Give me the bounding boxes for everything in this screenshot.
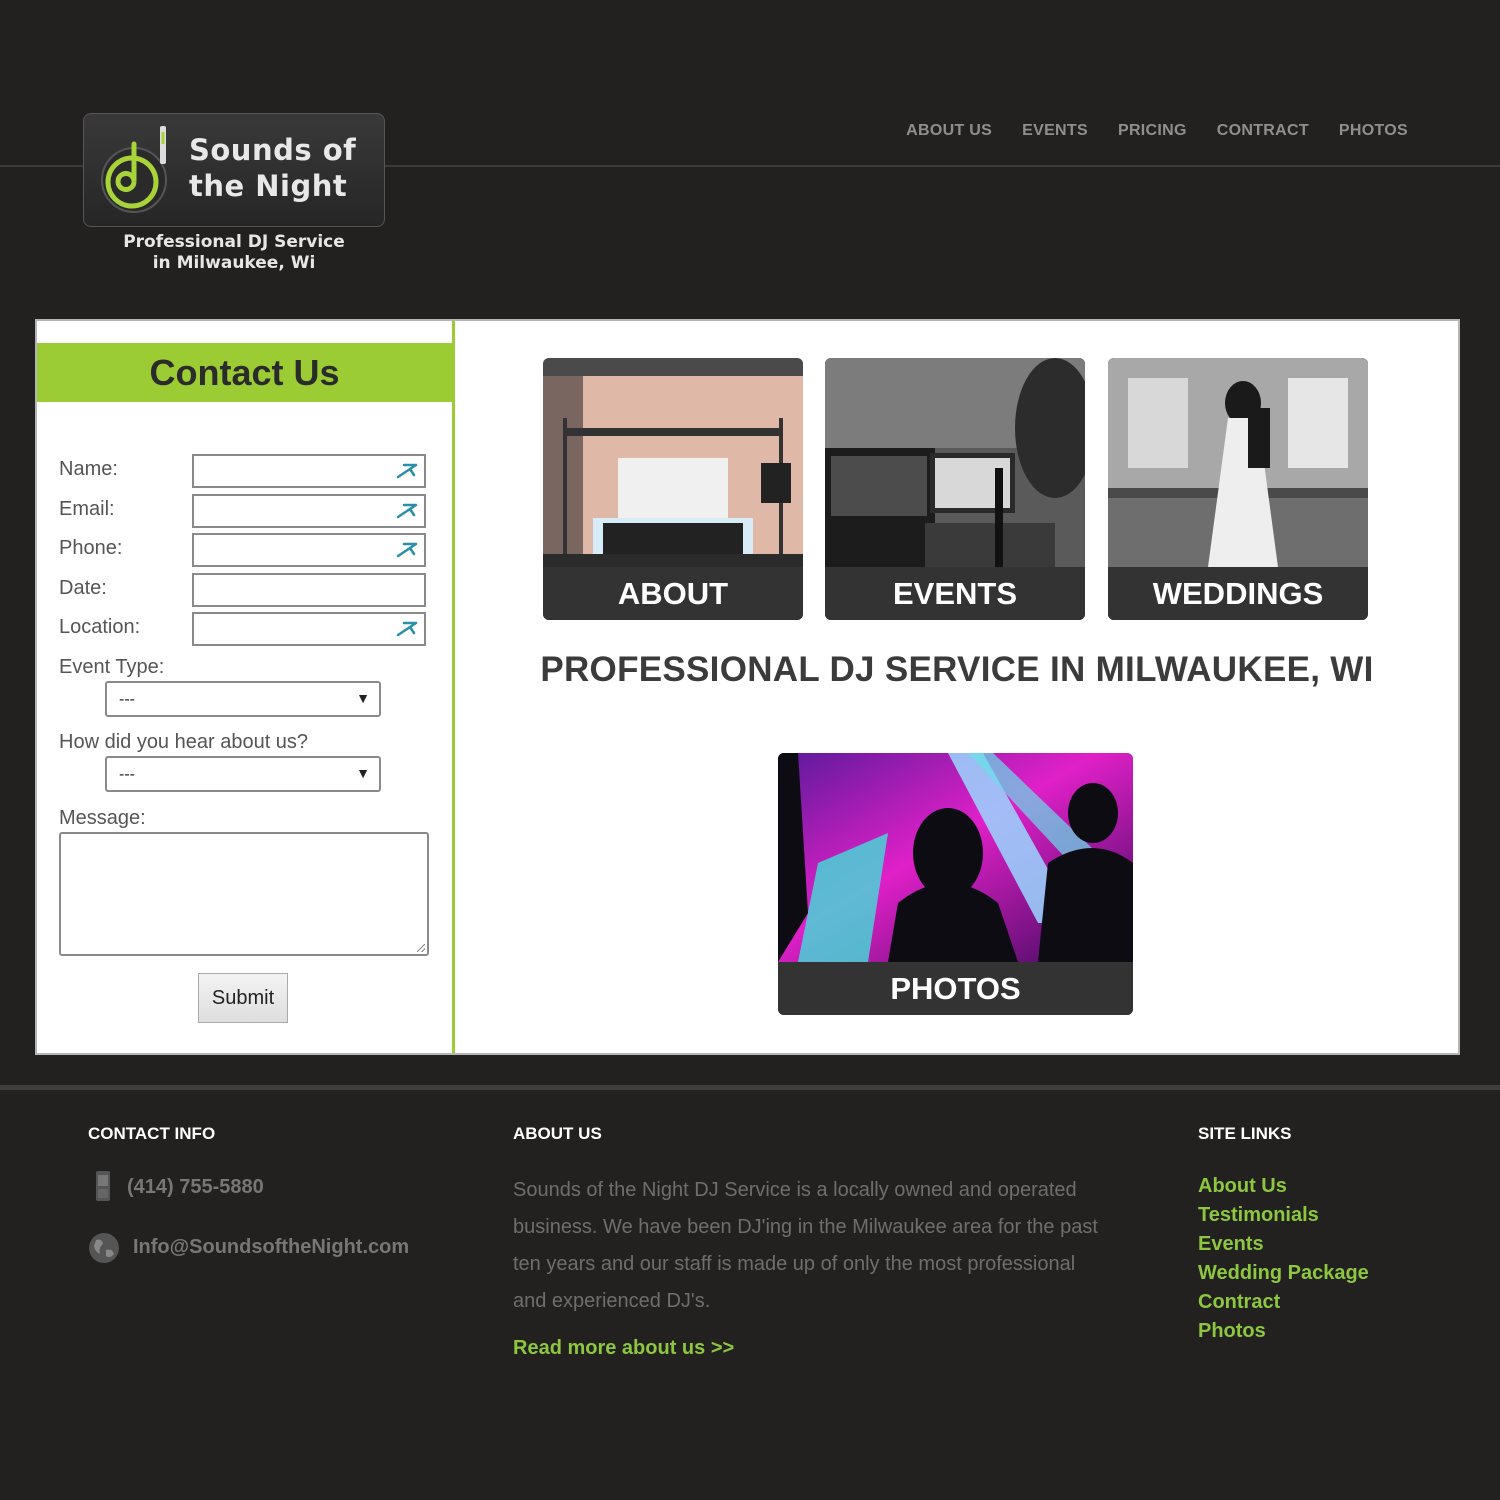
name-input[interactable] bbox=[192, 454, 426, 488]
main-panel: Contact Us Name: Email: Phone: Date: Loc… bbox=[35, 319, 1460, 1055]
hear-about-select[interactable]: --- ▼ bbox=[105, 756, 381, 792]
nav-about-us[interactable]: ABOUT US bbox=[906, 122, 992, 140]
nav-events[interactable]: EVENTS bbox=[1022, 122, 1088, 140]
tile-photos-label: PHOTOS bbox=[778, 962, 1133, 1015]
nav-pricing[interactable]: PRICING bbox=[1118, 122, 1187, 140]
autofill-key-icon bbox=[396, 621, 418, 637]
footer-link-wedding-package[interactable]: Wedding Package bbox=[1198, 1259, 1369, 1288]
footer-link-events[interactable]: Events bbox=[1198, 1230, 1369, 1259]
tile-events[interactable]: EVENTS bbox=[825, 358, 1085, 620]
event-type-value: --- bbox=[119, 691, 135, 708]
location-input[interactable] bbox=[192, 612, 426, 646]
contact-title: Contact Us bbox=[149, 352, 340, 393]
photos-image bbox=[778, 753, 1133, 962]
autofill-key-icon bbox=[396, 463, 418, 479]
phone-label: Phone: bbox=[59, 537, 123, 559]
event-type-label: Event Type: bbox=[59, 656, 165, 678]
footer-rule bbox=[0, 1085, 1500, 1090]
hear-about-label: How did you hear about us? bbox=[59, 731, 309, 753]
footer-link-testimonials[interactable]: Testimonials bbox=[1198, 1201, 1369, 1230]
footer-link-about-us[interactable]: About Us bbox=[1198, 1172, 1369, 1201]
site-logo[interactable]: Sounds of the Night bbox=[83, 113, 385, 227]
phone-input[interactable] bbox=[192, 533, 426, 567]
message-label: Message: bbox=[59, 807, 146, 829]
footer-phone[interactable]: (414) 755-5880 bbox=[127, 1176, 264, 1199]
contact-sidebar: Contact Us Name: Email: Phone: Date: Loc… bbox=[37, 321, 455, 1053]
footer-about-text: Sounds of the Night DJ Service is a loca… bbox=[513, 1179, 1098, 1312]
hear-about-value: --- bbox=[119, 766, 135, 783]
email-input[interactable] bbox=[192, 494, 426, 528]
footer-link-contract[interactable]: Contract bbox=[1198, 1288, 1369, 1317]
footer-email[interactable]: Info@SoundsoftheNight.com bbox=[133, 1236, 409, 1259]
email-label: Email: bbox=[59, 498, 115, 520]
tile-photos[interactable]: PHOTOS bbox=[778, 753, 1133, 1015]
tile-about[interactable]: ABOUT bbox=[543, 358, 803, 620]
footer-links-heading: SITE LINKS bbox=[1198, 1124, 1292, 1143]
contact-header: Contact Us bbox=[37, 343, 452, 402]
location-label: Location: bbox=[59, 616, 141, 638]
resize-grip-icon[interactable] bbox=[417, 944, 425, 952]
event-type-select[interactable]: --- ▼ bbox=[105, 681, 381, 717]
footer-contact-heading: CONTACT INFO bbox=[88, 1124, 216, 1143]
date-input[interactable] bbox=[192, 573, 426, 607]
main-nav: ABOUT US EVENTS PRICING CONTRACT PHOTOS bbox=[906, 122, 1408, 140]
autofill-key-icon bbox=[396, 542, 418, 558]
globe-icon bbox=[89, 1233, 119, 1263]
weddings-image bbox=[1108, 358, 1368, 567]
name-label: Name: bbox=[59, 458, 118, 480]
message-textarea[interactable] bbox=[59, 832, 429, 956]
page-headline: PROFESSIONAL DJ SERVICE IN MILWAUKEE, WI bbox=[540, 650, 1374, 689]
nav-contract[interactable]: CONTRACT bbox=[1217, 122, 1309, 140]
footer-link-photos[interactable]: Photos bbox=[1198, 1317, 1369, 1346]
events-image bbox=[825, 358, 1085, 567]
tile-weddings[interactable]: WEDDINGS bbox=[1108, 358, 1368, 620]
dropdown-arrow-icon: ▼ bbox=[356, 765, 370, 781]
footer-site-links: About Us Testimonials Events Wedding Pac… bbox=[1198, 1172, 1369, 1346]
submit-button[interactable]: Submit bbox=[198, 973, 288, 1023]
phone-icon bbox=[96, 1171, 110, 1201]
tile-about-label: ABOUT bbox=[543, 567, 803, 620]
footer-about-heading: ABOUT US bbox=[513, 1124, 602, 1143]
tile-weddings-label: WEDDINGS bbox=[1108, 567, 1368, 620]
autofill-key-icon bbox=[396, 503, 418, 519]
read-more-link[interactable]: Read more about us >> bbox=[513, 1337, 734, 1360]
dj-logo-icon bbox=[101, 126, 167, 213]
tile-events-label: EVENTS bbox=[825, 567, 1085, 620]
logo-tagline: Professional DJ Service in Milwaukee, Wi bbox=[123, 232, 345, 273]
about-image bbox=[543, 358, 803, 567]
dropdown-arrow-icon: ▼ bbox=[356, 690, 370, 706]
nav-photos[interactable]: PHOTOS bbox=[1339, 122, 1408, 140]
date-label: Date: bbox=[59, 577, 107, 599]
logo-text: Sounds of the Night bbox=[189, 133, 357, 203]
